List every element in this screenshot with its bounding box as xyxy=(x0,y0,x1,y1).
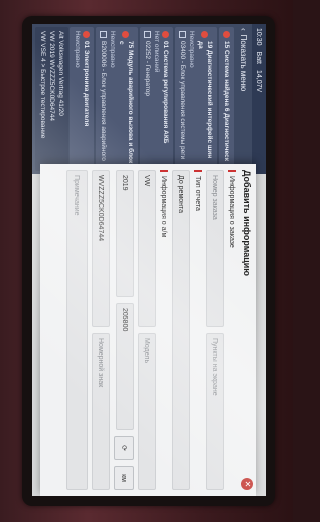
rotated-content: 10:30 Batt 14,07V ‹ Показать меню 15 Сис… xyxy=(32,24,266,496)
make-input[interactable]: VW xyxy=(138,170,156,327)
checkbox[interactable] xyxy=(179,31,186,38)
fault-code: B200006 - Блок управления аварийного xyxy=(100,41,107,161)
fault-dot-icon xyxy=(122,31,130,38)
refresh-icon[interactable]: ⟳ xyxy=(114,436,134,460)
status-time: 10:30 xyxy=(255,28,263,46)
battery-status: Batt xyxy=(255,51,263,64)
group-status: Неисправно xyxy=(74,31,81,68)
status-bar: 10:30 Batt 14,07V xyxy=(252,24,266,174)
report-section-header: Тип отчета xyxy=(192,164,204,496)
group-status: Неисправно xyxy=(109,31,116,68)
voltage-status: 14,07V xyxy=(255,69,263,93)
report-type-select[interactable]: До ремонта xyxy=(172,170,190,490)
tablet-screen: 10:30 Batt 14,07V ‹ Показать меню 15 Сис… xyxy=(32,24,266,496)
group-title: 75 Модуль аварийного вызова и блок с xyxy=(118,41,134,164)
chevron-left-icon: ‹ xyxy=(239,28,249,31)
group-title: 15 Система найдена 6 Диагностическ xyxy=(223,41,230,161)
pages-input[interactable]: Пункты на экране xyxy=(206,333,224,490)
back-menu-button[interactable]: ‹ Показать меню xyxy=(236,24,252,174)
group-status: Нет описаний xyxy=(153,31,160,73)
back-menu-label: Показать меню xyxy=(239,34,249,92)
group-title: 19 Диагностический интерфейс шин да xyxy=(197,41,213,159)
mileage-input[interactable]: 205800 xyxy=(116,303,134,430)
footer-line: VW 2019 WVZZZ5CK0D64744 xyxy=(48,31,55,121)
section-marker xyxy=(228,170,236,172)
vin-input[interactable]: WVZZZ5CK0D64744 xyxy=(92,170,110,327)
list-item[interactable]: 75 Модуль аварийного вызова и блок с Неи… xyxy=(96,27,138,171)
footer-line: Alt Volkswagen Vertrag 41/20 xyxy=(57,31,64,116)
footer-line: VW VSE 4 > Быстрое тестирование xyxy=(39,31,46,139)
fault-dot-icon xyxy=(201,31,209,38)
group-status: Неисправно xyxy=(188,31,195,68)
fault-dot-icon xyxy=(223,31,230,38)
unit-select[interactable]: км xyxy=(114,466,134,490)
list-item[interactable]: 19 Диагностический интерфейс шин да Неис… xyxy=(175,27,217,171)
diagnostics-list-panel: 10:30 Batt 14,07V ‹ Показать меню 15 Сис… xyxy=(32,24,266,174)
fault-code: 02252 - Генератор xyxy=(144,41,151,96)
section-label: Информация о заказе xyxy=(228,176,236,248)
model-input[interactable]: Модель xyxy=(138,333,156,490)
vehicle-section-header: Информация о а/м xyxy=(158,164,170,496)
section-label: Тип отчета xyxy=(194,176,202,211)
checkbox[interactable] xyxy=(100,31,107,38)
close-icon[interactable]: ✕ xyxy=(241,478,253,490)
list-item[interactable]: 15 Система найдена 6 Диагностическ xyxy=(219,27,234,171)
vehicle-footer: Alt Volkswagen Vertrag 41/20 VW 2019 WVZ… xyxy=(35,27,68,171)
list-item[interactable]: 01 Система регулирования АКБ Нет описани… xyxy=(140,27,173,171)
fault-code: 03400 - Блок управления системы реги xyxy=(179,41,186,160)
order-section-header: Информация о заказе xyxy=(226,164,238,496)
checkbox[interactable] xyxy=(144,31,151,38)
fault-dot-icon xyxy=(162,31,169,38)
add-info-dialog: Добавить информацию ✕ Информация о заказ… xyxy=(40,164,256,496)
list-item[interactable]: 01 Электроника двигателя Неисправно xyxy=(70,27,94,171)
order-number-input[interactable]: Номер заказа xyxy=(206,170,224,327)
group-title: 01 Электроника двигателя xyxy=(83,41,90,127)
notes-input[interactable]: Примечание xyxy=(66,170,88,490)
plate-input[interactable]: Номерной знак xyxy=(92,333,110,490)
group-title: 01 Система регулирования АКБ xyxy=(162,41,169,144)
dialog-title: Добавить информацию xyxy=(242,170,252,276)
section-marker xyxy=(160,170,168,172)
section-marker xyxy=(194,170,202,172)
fault-dot-icon xyxy=(83,31,90,38)
year-input[interactable]: 2019 xyxy=(116,170,134,297)
section-label: Информация о а/м xyxy=(160,176,168,238)
